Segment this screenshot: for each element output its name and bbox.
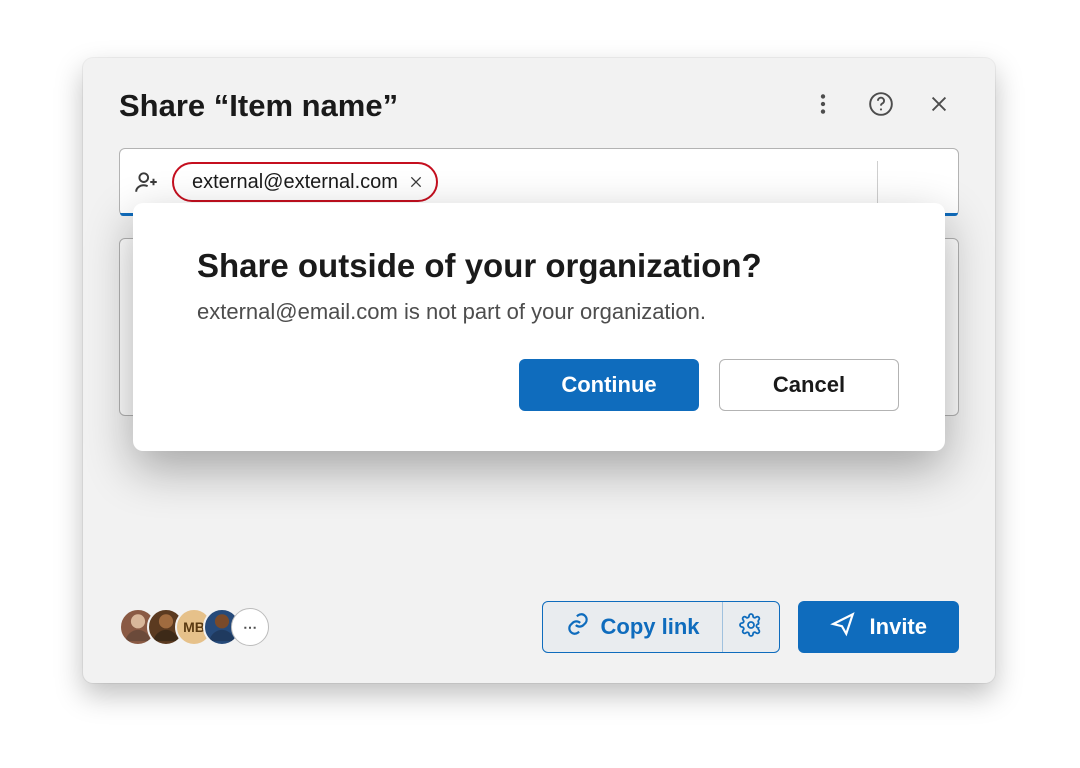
person-add-icon	[134, 169, 160, 195]
shared-with-avatars[interactable]: MB ⋯	[119, 608, 269, 646]
continue-label: Continue	[561, 372, 656, 398]
help-icon	[868, 91, 894, 122]
confirm-external-share-dialog: Share outside of your organization? exte…	[133, 203, 945, 451]
continue-button[interactable]: Continue	[519, 359, 699, 411]
avatar-initials-text: MB	[183, 619, 205, 635]
help-button[interactable]	[861, 86, 901, 126]
chip-remove-icon[interactable]	[408, 174, 424, 190]
confirm-title: Share outside of your organization?	[197, 247, 899, 285]
copy-link-label: Copy link	[601, 614, 700, 640]
avatar-overflow-button[interactable]: ⋯	[231, 608, 269, 646]
dialog-header: Share “Item name”	[119, 86, 959, 126]
gear-icon	[739, 613, 763, 642]
confirm-actions: Continue Cancel	[197, 359, 899, 411]
send-icon	[830, 611, 856, 643]
recipient-chip[interactable]: external@external.com	[172, 162, 438, 202]
cancel-label: Cancel	[773, 372, 845, 398]
invite-button[interactable]: Invite	[798, 601, 959, 653]
recipient-left: external@external.com	[134, 162, 944, 202]
dialog-footer: MB ⋯ Copy link	[119, 601, 959, 653]
copy-link-button[interactable]: Copy link	[543, 602, 722, 652]
confirm-body: external@email.com is not part of your o…	[197, 299, 899, 325]
invite-label: Invite	[870, 614, 927, 640]
more-vertical-icon	[810, 91, 836, 122]
close-button[interactable]	[919, 86, 959, 126]
dialog-title: Share “Item name”	[119, 88, 803, 124]
field-divider	[877, 161, 878, 203]
cancel-button[interactable]: Cancel	[719, 359, 899, 411]
more-horizontal-icon: ⋯	[243, 619, 257, 636]
copy-link-group: Copy link	[542, 601, 780, 653]
more-options-button[interactable]	[803, 86, 843, 126]
recipient-chip-label: external@external.com	[192, 171, 398, 194]
link-settings-button[interactable]	[723, 602, 779, 652]
header-actions	[803, 86, 959, 126]
close-icon	[928, 93, 950, 120]
link-icon	[565, 611, 591, 643]
